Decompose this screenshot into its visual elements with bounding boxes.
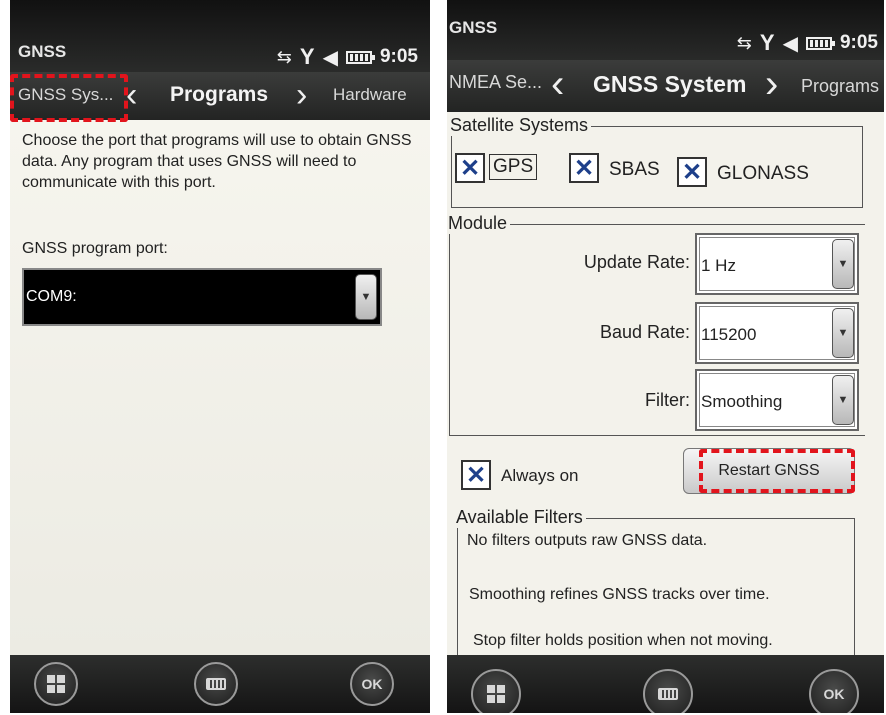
data-connection-icon: ⇆ <box>276 46 292 67</box>
dropdown-arrow-icon[interactable]: ▼ <box>832 308 854 358</box>
phone-screen-gnss-system: GNSS ⇆ Y ◀ 9:05 NMEA Se... ‹ GNSS System… <box>447 0 884 713</box>
dropdown-arrow-icon[interactable]: ▼ <box>355 274 377 320</box>
no-signal-icon: Y <box>299 44 315 69</box>
status-icons: ⇆ Y ◀ 9:05 <box>737 30 878 56</box>
chevron-left-icon[interactable]: ‹ <box>126 78 137 112</box>
speaker-icon: ◀ <box>322 46 338 69</box>
ok-button[interactable]: OK <box>350 662 394 706</box>
port-value: COM9: <box>26 288 77 305</box>
app-title: GNSS <box>449 18 498 37</box>
glonass-label: GLONASS <box>717 163 809 184</box>
chevron-left-icon[interactable]: ‹ <box>551 64 564 104</box>
tab-nmea-settings[interactable]: NMEA Se... <box>449 72 542 93</box>
battery-icon <box>805 36 835 50</box>
baud-rate-value: 115200 <box>701 325 757 344</box>
sbas-checkbox[interactable]: ✕ <box>569 153 599 183</box>
satellite-systems-legend: Satellite Systems <box>450 115 592 136</box>
restart-gnss-button[interactable]: Restart GNSS <box>683 448 855 494</box>
bottom-bar: OK <box>447 655 884 713</box>
windows-logo-icon <box>487 685 505 703</box>
chevron-right-icon[interactable]: › <box>296 78 307 112</box>
port-label: GNSS program port: <box>22 240 168 257</box>
tab-bar: NMEA Se... ‹ GNSS System › Programs <box>447 60 884 112</box>
status-icons: ⇆ Y ◀ 9:05 <box>277 44 418 70</box>
status-bar: GNSS ⇆ Y ◀ 9:05 <box>447 0 884 62</box>
speaker-icon: ◀ <box>782 32 798 55</box>
keyboard-icon <box>206 678 226 690</box>
keyboard-button[interactable] <box>643 669 693 713</box>
tab-gnss-system[interactable]: GNSS System <box>593 71 746 98</box>
tab-hardware[interactable]: Hardware <box>333 85 407 105</box>
app-title: GNSS <box>18 42 67 61</box>
bottom-bar: OK <box>10 655 430 713</box>
status-bar: GNSS ⇆ Y ◀ 9:05 <box>10 0 430 72</box>
clock: 9:05 <box>379 46 418 67</box>
update-rate-label: Update Rate: <box>583 252 690 272</box>
dropdown-arrow-icon[interactable]: ▼ <box>832 375 854 425</box>
update-rate-select[interactable]: 1 Hz ▼ <box>695 233 859 295</box>
chevron-right-icon[interactable]: › <box>765 64 778 104</box>
update-rate-value: 1 Hz <box>701 256 736 275</box>
no-signal-icon: Y <box>759 30 775 55</box>
programs-panel: Choose the port that programs will use t… <box>10 120 430 655</box>
data-connection-icon: ⇆ <box>736 32 752 53</box>
filter-description-none: No filters outputs raw GNSS data. <box>467 532 708 549</box>
always-on-checkbox[interactable]: ✕ <box>461 460 491 490</box>
tab-bar: GNSS Sys... ‹ Programs › Hardware <box>10 72 430 120</box>
port-description: Choose the port that programs will use t… <box>22 132 412 191</box>
tab-programs[interactable]: Programs <box>801 76 879 97</box>
available-filters-legend: Available Filters <box>456 507 586 528</box>
filter-select[interactable]: Smoothing ▼ <box>695 369 859 431</box>
ok-button[interactable]: OK <box>809 669 859 713</box>
sbas-label: SBAS <box>609 159 660 180</box>
filter-value: Smoothing <box>701 392 783 411</box>
start-button[interactable] <box>471 669 521 713</box>
clock: 9:05 <box>839 32 878 53</box>
dropdown-arrow-icon[interactable]: ▼ <box>832 239 854 289</box>
gps-checkbox[interactable]: ✕ <box>455 153 485 183</box>
start-button[interactable] <box>34 662 78 706</box>
tab-programs[interactable]: Programs <box>170 83 268 107</box>
filter-description-smoothing: Smoothing refines GNSS tracks over time. <box>469 586 770 603</box>
baud-rate-select[interactable]: 115200 ▼ <box>695 302 859 364</box>
windows-logo-icon <box>47 675 65 693</box>
filter-label: Filter: <box>645 390 690 410</box>
always-on-label: Always on <box>501 466 579 485</box>
glonass-checkbox[interactable]: ✕ <box>677 157 707 187</box>
tab-gnss-system[interactable]: GNSS Sys... <box>18 85 113 105</box>
keyboard-icon <box>658 688 678 700</box>
port-select[interactable]: COM9: ▼ <box>22 268 382 326</box>
module-legend: Module <box>448 213 511 234</box>
gps-label: GPS <box>489 154 538 180</box>
phone-screen-programs: GNSS ⇆ Y ◀ 9:05 GNSS Sys... ‹ Programs ›… <box>10 0 430 713</box>
keyboard-button[interactable] <box>194 662 238 706</box>
baud-rate-label: Baud Rate: <box>599 322 690 342</box>
battery-icon <box>345 50 375 64</box>
gnss-system-panel: Satellite Systems ✕ GPS ✕ SBAS ✕ GLONASS… <box>447 112 884 678</box>
filter-description-stop: Stop filter holds position when not movi… <box>473 632 773 649</box>
